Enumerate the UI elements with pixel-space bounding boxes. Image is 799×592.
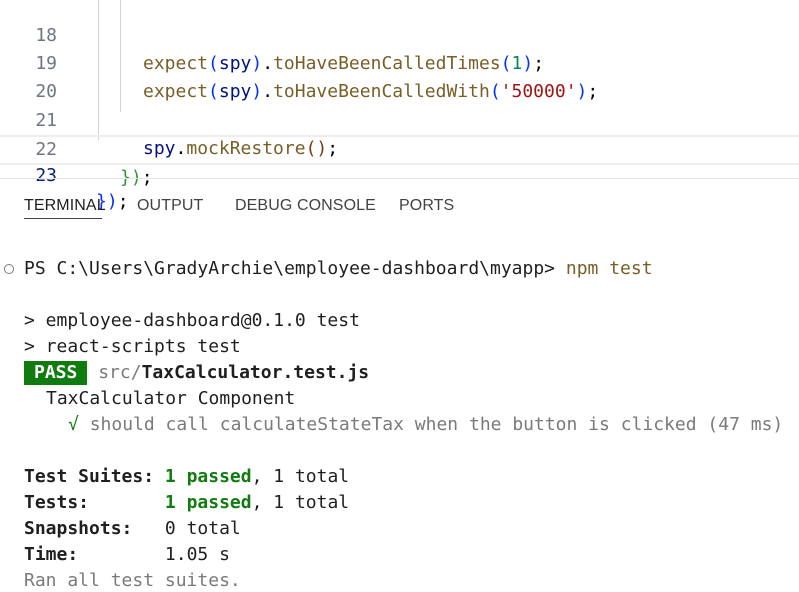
prompt-path: PS C:\Users\GradyArchie\employee-dashboa… (24, 258, 556, 279)
test-result-line: PASS src/TaxCalculator.test.js (24, 361, 369, 385)
check-icon: √ (68, 414, 79, 435)
code-editor[interactable]: 18 expect(spy).toHaveBeenCalledTimes(1);… (0, 0, 799, 212)
code-line[interactable]: 22 }); (0, 108, 799, 188)
active-tab-indicator (24, 218, 102, 219)
code-line[interactable]: 20 (0, 50, 799, 102)
command-text: npm test (565, 258, 653, 279)
test-case-name: should call calculateStateTax when the b… (89, 414, 784, 435)
summary-snapshots: Snapshots: 0 total (24, 518, 241, 539)
test-case-line: √ should call calculateStateTax when the… (68, 413, 783, 437)
script-line: > react-scripts test (24, 336, 241, 357)
tab-terminal[interactable]: TERMINAL (24, 197, 106, 215)
summary-suites: Test Suites: 1 passed, 1 total (24, 466, 350, 487)
prompt-line: PS C:\Users\GradyArchie\employee-dashboa… (24, 257, 653, 281)
tab-output[interactable]: OUTPUT (137, 197, 203, 215)
terminal-output[interactable]: PS C:\Users\GradyArchie\employee-dashboa… (0, 232, 799, 592)
tab-ports[interactable]: PORTS (399, 197, 454, 215)
code-line[interactable]: 21 spy.mockRestore(); (0, 79, 799, 159)
code-line-current[interactable]: 23 }); (0, 135, 799, 212)
summary-footer: Ran all test suites. (24, 570, 241, 591)
code-line[interactable]: 19 expect(spy).toHaveBeenCalledWith('500… (0, 22, 799, 102)
pass-badge: PASS (24, 361, 88, 385)
test-dir: src/ (98, 362, 142, 383)
test-file: TaxCalculator.test.js (141, 362, 370, 383)
panel-tab-bar: TERMINAL OUTPUT DEBUG CONSOLE PORTS (0, 179, 799, 231)
describe-name: TaxCalculator Component (46, 388, 296, 409)
tab-debug-console[interactable]: DEBUG CONSOLE (235, 197, 376, 215)
summary-time: Time: 1.05 s (24, 544, 230, 565)
script-line: > employee-dashboard@0.1.0 test (24, 310, 360, 331)
summary-tests: Tests: 1 passed, 1 total (24, 492, 350, 513)
code-line[interactable]: 18 expect(spy).toHaveBeenCalledTimes(1); (0, 0, 799, 74)
command-decoration-icon[interactable] (4, 264, 14, 274)
